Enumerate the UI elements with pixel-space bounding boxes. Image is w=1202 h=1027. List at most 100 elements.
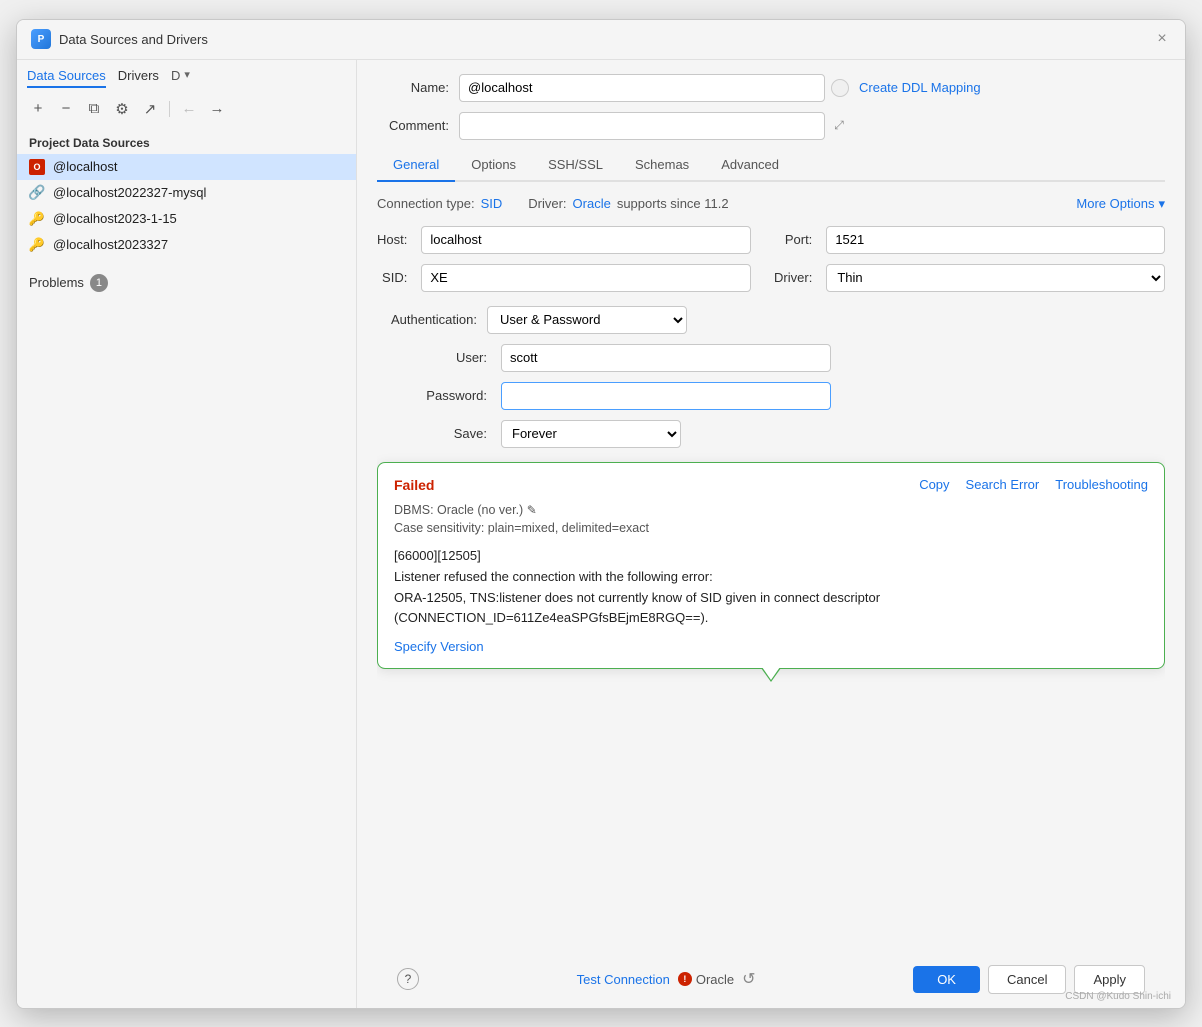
sid-label: SID: — [377, 270, 407, 285]
tab-general[interactable]: General — [377, 150, 455, 182]
problems-section: Problems 1 — [17, 266, 356, 300]
error-popup: Failed Copy Search Error Troubleshooting… — [377, 462, 1165, 670]
tab-advanced[interactable]: Advanced — [705, 150, 795, 182]
comment-expand-icon[interactable]: ⤢ — [829, 116, 849, 136]
problems-badge: 1 — [90, 274, 108, 292]
sidebar-item-oracle-1-15[interactable]: 🔑 @localhost2023-1-15 — [17, 206, 356, 232]
add-button[interactable]: + — [27, 98, 49, 120]
error-line1: Listener refused the connection with the… — [394, 567, 1148, 588]
name-input-wrap — [459, 74, 849, 102]
error-popup-body: DBMS: Oracle (no ver.) ✎ Case sensitivit… — [394, 501, 1148, 539]
sidebar-item-name-mysql: @localhost2022327-mysql — [53, 185, 206, 200]
fields-grid: Host: Port: SID: Driver: Thin OCI — [377, 226, 1165, 292]
driver-select[interactable]: Thin OCI — [826, 264, 1165, 292]
name-status-indicator — [831, 79, 849, 97]
port-label: Port: — [774, 232, 812, 247]
oracle-key2-icon: 🔑 — [29, 237, 45, 253]
conn-type-label: Connection type: — [377, 196, 475, 211]
sidebar-item-name-localhost: @localhost — [53, 159, 118, 174]
dialog-window: P Data Sources and Drivers × Data Source… — [16, 19, 1186, 1009]
host-input[interactable] — [421, 226, 751, 254]
export-button[interactable]: ↗ — [139, 98, 161, 120]
app-icon: P — [31, 29, 51, 49]
tab-data-sources[interactable]: Data Sources — [27, 68, 106, 88]
error-popup-arrow-inner — [762, 667, 780, 680]
main-content: Data Sources Drivers D ▾ + − ⧉ ⚙ ↗ ← → P… — [17, 60, 1185, 1008]
cancel-button[interactable]: Cancel — [988, 965, 1066, 994]
more-options-button[interactable]: More Options ▾ — [1076, 196, 1165, 212]
user-pass-section: User: Password: — [377, 344, 1165, 410]
tabs-bar: General Options SSH/SSL Schemas Advanced — [377, 150, 1165, 182]
toolbar-separator — [169, 101, 170, 117]
dialog-title: Data Sources and Drivers — [59, 32, 208, 47]
more-options-label: More Options — [1076, 196, 1154, 211]
tab-drivers[interactable]: Drivers — [118, 68, 159, 88]
tab-ssh-ssl[interactable]: SSH/SSL — [532, 150, 619, 182]
refresh-button[interactable]: ↺ — [742, 969, 755, 989]
more-options-chevron-icon: ▾ — [1158, 196, 1165, 212]
auth-label: Authentication: — [377, 312, 477, 327]
driver-field-label: Driver: — [774, 270, 812, 285]
test-connection-link[interactable]: Test Connection — [577, 972, 670, 987]
section-header: Project Data Sources — [17, 130, 356, 154]
sidebar-item-mysql[interactable]: 🔗 @localhost2022327-mysql — [17, 180, 356, 206]
ok-button[interactable]: OK — [913, 966, 980, 993]
comment-input[interactable] — [459, 112, 825, 140]
error-actions: Copy Search Error Troubleshooting — [919, 477, 1148, 492]
failed-label: Failed — [394, 477, 434, 493]
comment-row: Comment: ⤢ — [377, 112, 1165, 140]
remove-button[interactable]: − — [55, 98, 77, 120]
error-popup-code: [66000][12505] Listener refused the conn… — [394, 546, 1148, 629]
title-bar-left: P Data Sources and Drivers — [31, 29, 208, 49]
host-label: Host: — [377, 232, 407, 247]
dialog-buttons: OK Cancel Apply — [913, 965, 1145, 994]
create-ddl-link[interactable]: Create DDL Mapping — [859, 80, 981, 95]
save-label: Save: — [377, 426, 487, 441]
oracle-red-icon: O — [29, 159, 45, 175]
test-connection-area: Test Connection ! Oracle ↺ — [577, 969, 756, 989]
name-label: Name: — [377, 80, 449, 95]
tab-d[interactable]: D — [171, 68, 180, 88]
title-bar: P Data Sources and Drivers × — [17, 20, 1185, 60]
driver-value-link[interactable]: Oracle — [573, 196, 611, 211]
error-line2: ORA-12505, TNS:listener does not current… — [394, 588, 1148, 609]
status-error-icon: ! — [678, 972, 692, 986]
right-panel: Name: Create DDL Mapping Comment: ⤢ Gene… — [357, 60, 1185, 1008]
copy-button[interactable]: ⧉ — [83, 98, 105, 120]
search-error-link[interactable]: Search Error — [966, 477, 1040, 492]
apply-button[interactable]: Apply — [1074, 965, 1145, 994]
user-input[interactable] — [501, 344, 831, 372]
nav-back-button[interactable]: ← — [178, 98, 200, 120]
bottom-left-help: ? — [397, 968, 419, 990]
sidebar-item-name-oracle-2023: @localhost2023327 — [53, 237, 168, 252]
conn-type-value[interactable]: SID — [481, 196, 503, 211]
settings-button[interactable]: ⚙ — [111, 98, 133, 120]
password-label: Password: — [377, 388, 487, 403]
case-sensitivity-line: Case sensitivity: plain=mixed, delimited… — [394, 519, 1148, 538]
troubleshooting-link[interactable]: Troubleshooting — [1055, 477, 1148, 492]
sidebar-item-localhost[interactable]: O @localhost — [17, 154, 356, 180]
help-button[interactable]: ? — [397, 968, 419, 990]
save-select[interactable]: Forever For Session Never — [501, 420, 681, 448]
sidebar-item-oracle-2023[interactable]: 🔑 @localhost2023327 — [17, 232, 356, 258]
tab-options[interactable]: Options — [455, 150, 532, 182]
sidebar: Data Sources Drivers D ▾ + − ⧉ ⚙ ↗ ← → P… — [17, 60, 357, 1008]
sidebar-tabs: Data Sources Drivers D ▾ — [17, 68, 356, 88]
test-connection-status: ! Oracle — [678, 972, 734, 987]
name-row: Name: Create DDL Mapping — [377, 74, 1165, 102]
comment-label: Comment: — [377, 118, 449, 133]
close-button[interactable]: × — [1153, 30, 1171, 48]
test-status-label: Oracle — [696, 972, 734, 987]
password-input[interactable] — [501, 382, 831, 410]
auth-select[interactable]: User & Password No Auth LDAP — [487, 306, 687, 334]
tab-schemas[interactable]: Schemas — [619, 150, 705, 182]
port-input[interactable] — [826, 226, 1165, 254]
copy-link[interactable]: Copy — [919, 477, 949, 492]
auth-row: Authentication: User & Password No Auth … — [377, 306, 1165, 334]
right-panel-inner: Connection type: SID Driver: Oracle supp… — [377, 196, 1165, 955]
nav-forward-button[interactable]: → — [206, 98, 228, 120]
specify-version-link[interactable]: Specify Version — [394, 639, 484, 654]
sidebar-dropdown-icon[interactable]: ▾ — [184, 68, 190, 88]
name-input[interactable] — [459, 74, 825, 102]
sid-input[interactable] — [421, 264, 751, 292]
